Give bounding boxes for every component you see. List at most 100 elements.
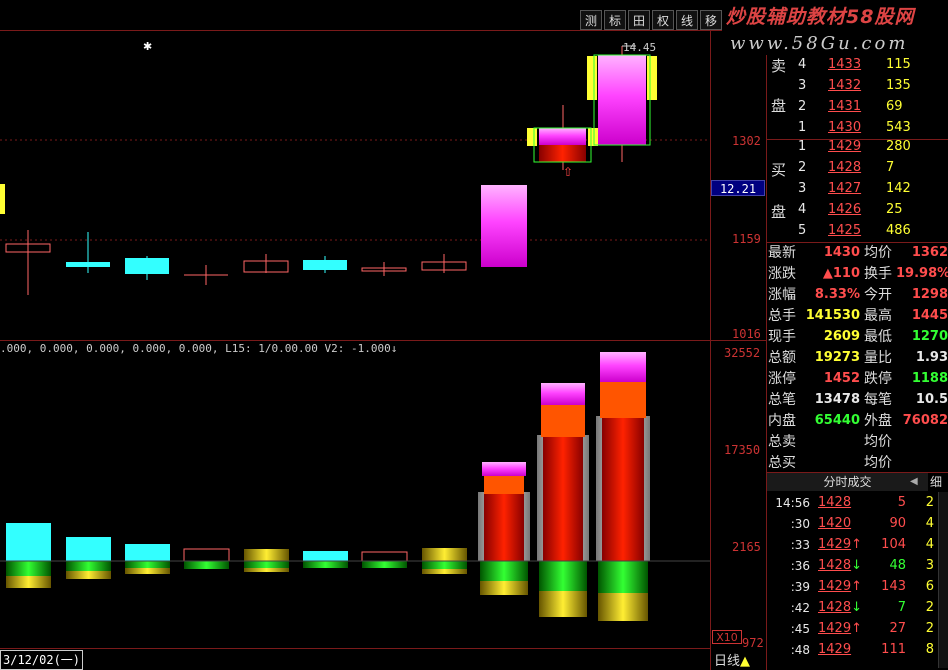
tick-time: 14:56	[775, 496, 810, 510]
sell-price[interactable]: 1433	[828, 55, 861, 75]
max-price-label: 14.45	[623, 41, 657, 54]
tick-arrow-icon: ↓	[851, 600, 862, 615]
tick-count: 2	[925, 495, 934, 510]
volume-bar	[183, 548, 230, 562]
volume-column	[484, 492, 524, 561]
volume-reflection	[480, 561, 528, 581]
stat-label: 每笔	[864, 392, 892, 408]
stat-label: 今开	[864, 287, 892, 303]
move-button[interactable]: 移	[700, 10, 722, 30]
volume-reflection	[66, 571, 111, 579]
sell-price[interactable]: 1430	[828, 118, 861, 138]
ticks-scrollbar[interactable]	[938, 492, 948, 668]
stat-value: 10.5	[915, 392, 948, 407]
tick-price: 1429	[818, 621, 852, 636]
period-text: 日线	[714, 654, 741, 669]
stat-label: 总笔	[768, 392, 796, 408]
current-price-box: 12.21	[711, 180, 765, 196]
sell-price[interactable]: 1431	[828, 97, 861, 117]
tick-volume: 104	[881, 537, 906, 552]
buy-price[interactable]: 1425	[828, 221, 861, 241]
tick-price-cell: 1428	[818, 493, 851, 513]
candle-side	[647, 56, 657, 100]
volume-column	[600, 380, 646, 418]
stat-label: 均价	[864, 434, 892, 450]
stat-value: 1270	[911, 329, 948, 344]
bottom-divider	[0, 648, 710, 649]
buy-price[interactable]: 1426	[828, 200, 861, 220]
sell-price[interactable]: 1432	[828, 76, 861, 96]
stat-label: 总卖	[768, 434, 796, 450]
volume-reflection	[539, 561, 587, 591]
buy-price[interactable]: 1427	[828, 179, 861, 199]
tick-arrow-icon: ↓	[851, 558, 862, 573]
chart-axis-line	[710, 30, 711, 670]
tick-price: 1420	[818, 516, 852, 531]
price-tick: 1016	[732, 327, 761, 341]
volume-reflection	[6, 561, 51, 576]
tick-price-cell: 1429	[818, 640, 851, 660]
volume-reflection	[480, 581, 528, 595]
volume-bar	[361, 551, 408, 562]
volume-reflection	[244, 561, 289, 568]
volume-tick: 2165	[732, 540, 761, 554]
sell-volume: 543	[886, 120, 911, 135]
stat-value: 19273	[814, 350, 860, 365]
stat-label: 涨跌	[768, 266, 796, 282]
volume-column	[541, 383, 585, 405]
stat-value: ▲110	[822, 266, 860, 281]
candle	[539, 145, 586, 162]
tick-arrow-icon: ↑	[851, 621, 862, 636]
buy-level: 3	[798, 181, 807, 196]
buy-level: 2	[798, 160, 807, 175]
stat-label: 总额	[768, 350, 796, 366]
stat-label: 涨停	[768, 371, 796, 387]
stat-label: 总买	[768, 455, 796, 471]
buy-level: 5	[798, 223, 807, 238]
tick-arrow-icon: ↑	[851, 579, 862, 594]
stat-label: 最高	[864, 308, 892, 324]
grid-button[interactable]: 田	[628, 10, 650, 30]
rights-button[interactable]: 权	[652, 10, 674, 30]
tick-time: :33	[790, 538, 810, 552]
stat-label: 最新	[768, 245, 796, 261]
volume-column	[600, 352, 646, 382]
volume-bar	[422, 548, 467, 561]
tick-price-cell: 1428↓	[818, 598, 862, 618]
buy-volume: 486	[886, 223, 911, 238]
price-tick: 1302	[732, 134, 761, 148]
tick-count: 6	[925, 579, 934, 594]
sell-volume: 135	[886, 78, 911, 93]
sell-volume: 69	[886, 99, 903, 114]
buy-volume: 280	[886, 139, 911, 154]
candle	[125, 258, 169, 274]
stat-value: 1445	[911, 308, 948, 323]
period-label[interactable]: 日线▲	[714, 650, 750, 669]
tick-time: :45	[790, 622, 810, 636]
measure-button[interactable]: 测	[580, 10, 602, 30]
candle	[598, 55, 646, 145]
mark-button[interactable]: 标	[604, 10, 626, 30]
tick-time: :42	[790, 601, 810, 615]
line-button[interactable]: 线	[676, 10, 698, 30]
stat-label: 量比	[864, 350, 892, 366]
stat-value: 8.33%	[814, 287, 860, 302]
volume-reflection	[6, 576, 51, 588]
buy-label: 盘	[771, 203, 787, 221]
stat-label: 内盘	[768, 413, 796, 429]
buy-price[interactable]: 1428	[828, 158, 861, 178]
stat-label: 换手	[864, 266, 892, 282]
kline-chart[interactable]: ✱ ⇧	[0, 30, 710, 648]
tick-volume: 48	[889, 558, 906, 573]
buy-price[interactable]: 1429	[828, 137, 861, 157]
stat-value	[800, 432, 860, 452]
tick-count: 2	[925, 600, 934, 615]
volume-reflection	[539, 591, 587, 617]
stat-value: 1430	[823, 245, 860, 260]
detail-button[interactable]: 细	[930, 473, 942, 491]
tick-price-cell: 1429↑	[818, 619, 862, 639]
tick-time: :48	[790, 643, 810, 657]
triangle-left-icon[interactable]: ◀	[910, 473, 920, 491]
volume-reflection	[598, 561, 648, 593]
zoom-button[interactable]: X10	[712, 630, 742, 644]
